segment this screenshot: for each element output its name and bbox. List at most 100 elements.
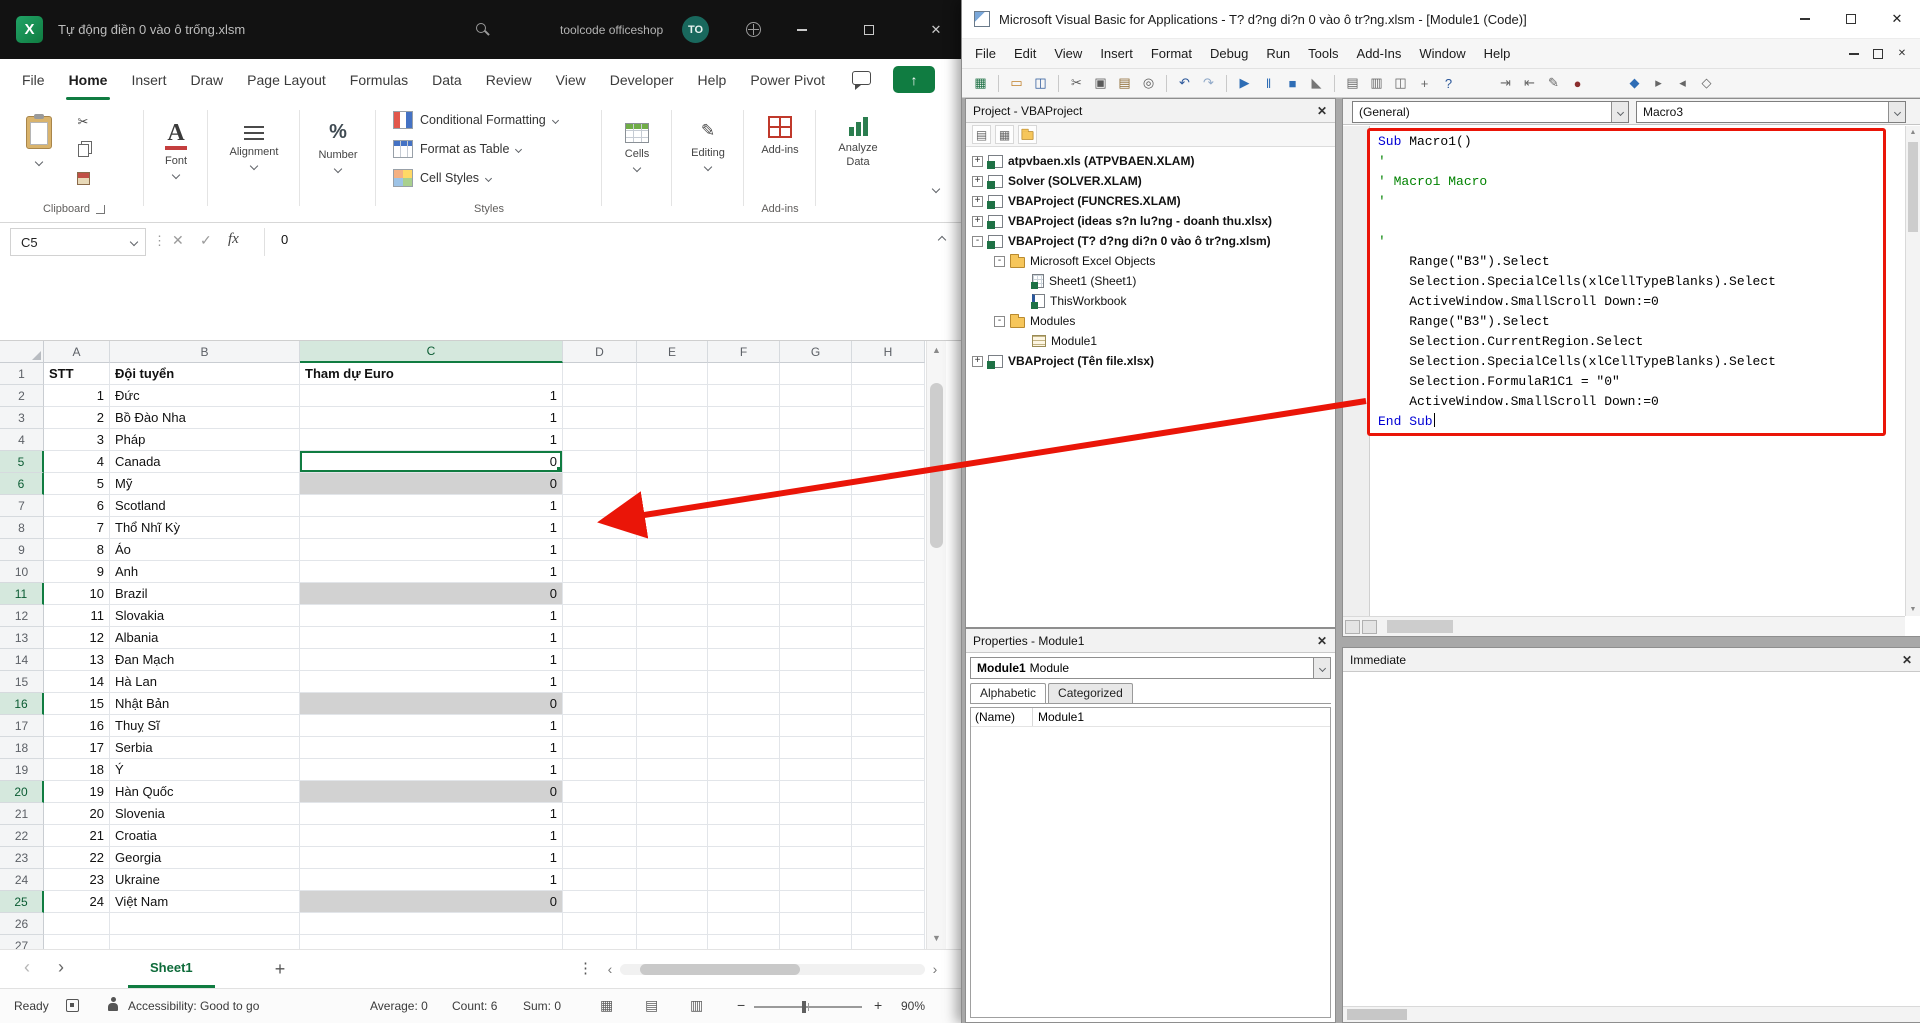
cell-g1[interactable]: [780, 363, 852, 385]
cell-g22[interactable]: [780, 825, 852, 847]
accessibility-status[interactable]: Accessibility: Good to go: [128, 999, 259, 1013]
insert-userform-icon[interactable]: ▭: [1006, 73, 1027, 94]
row-header-12[interactable]: 12: [0, 605, 44, 627]
cell-b22[interactable]: Croatia: [110, 825, 300, 847]
row-header-8[interactable]: 8: [0, 517, 44, 539]
cell-c9[interactable]: 1: [300, 539, 563, 561]
cell-f26[interactable]: [708, 913, 780, 935]
cell-f21[interactable]: [708, 803, 780, 825]
cut-icon[interactable]: ✂: [70, 112, 96, 132]
cell-b26[interactable]: [110, 913, 300, 935]
cell-b19[interactable]: Ý: [110, 759, 300, 781]
column-header-c[interactable]: C: [300, 341, 563, 363]
cell-h14[interactable]: [852, 649, 925, 671]
menu-view[interactable]: View: [1045, 39, 1091, 68]
chevron-down-icon[interactable]: [1611, 102, 1628, 122]
row-header-26[interactable]: 26: [0, 913, 44, 935]
cell-a6[interactable]: 5: [44, 473, 110, 495]
cell-f1[interactable]: [708, 363, 780, 385]
ribbon-tab-view[interactable]: View: [544, 59, 598, 100]
cell-d24[interactable]: [563, 869, 637, 891]
column-header-a[interactable]: A: [44, 341, 110, 363]
cell-g20[interactable]: [780, 781, 852, 803]
row-header-15[interactable]: 15: [0, 671, 44, 693]
cell-h22[interactable]: [852, 825, 925, 847]
more-options-icon[interactable]: ⋮: [578, 959, 593, 977]
page-layout-view-icon[interactable]: ▤: [645, 997, 658, 1014]
column-header-h[interactable]: H: [852, 341, 925, 363]
cell-b24[interactable]: Ukraine: [110, 869, 300, 891]
cell-c15[interactable]: 1: [300, 671, 563, 693]
scrollbar-thumb[interactable]: [930, 383, 943, 548]
cell-b8[interactable]: Thổ Nhĩ Kỳ: [110, 517, 300, 539]
cell-b7[interactable]: Scotland: [110, 495, 300, 517]
cell-c25[interactable]: 0: [300, 891, 563, 913]
cell-d7[interactable]: [563, 495, 637, 517]
network-icon[interactable]: [746, 22, 761, 37]
cell-e6[interactable]: [637, 473, 708, 495]
cell-f10[interactable]: [708, 561, 780, 583]
menu-edit[interactable]: Edit: [1005, 39, 1045, 68]
row-header-9[interactable]: 9: [0, 539, 44, 561]
cell-d27[interactable]: [563, 935, 637, 949]
cell-a27[interactable]: [44, 935, 110, 949]
project-tree-item[interactable]: - Microsoft Excel Objects: [966, 251, 1335, 271]
cell-d10[interactable]: [563, 561, 637, 583]
cell-d25[interactable]: [563, 891, 637, 913]
cell-e12[interactable]: [637, 605, 708, 627]
cell-e17[interactable]: [637, 715, 708, 737]
cell-d6[interactable]: [563, 473, 637, 495]
cell-f13[interactable]: [708, 627, 780, 649]
tree-toggle-icon[interactable]: -: [972, 235, 983, 247]
vba-maximize-button[interactable]: [1828, 0, 1874, 39]
cell-b14[interactable]: Đan Mạch: [110, 649, 300, 671]
ribbon-tab-data[interactable]: Data: [420, 59, 474, 100]
cell-g6[interactable]: [780, 473, 852, 495]
cell-f11[interactable]: [708, 583, 780, 605]
cell-d1[interactable]: [563, 363, 637, 385]
cell-d26[interactable]: [563, 913, 637, 935]
cell-h3[interactable]: [852, 407, 925, 429]
vertical-scrollbar[interactable]: ▲ ▼: [926, 341, 946, 949]
cell-a26[interactable]: [44, 913, 110, 935]
project-tree-item[interactable]: + atpvbaen.xls (ATPVBAEN.XLAM): [966, 151, 1335, 171]
cell-e13[interactable]: [637, 627, 708, 649]
cell-c13[interactable]: 1: [300, 627, 563, 649]
cell-styles-button[interactable]: Cell Styles: [381, 165, 597, 191]
chevron-down-icon[interactable]: [1313, 658, 1330, 678]
cell-e5[interactable]: [637, 451, 708, 473]
cell-h12[interactable]: [852, 605, 925, 627]
ribbon-tab-help[interactable]: Help: [686, 59, 739, 100]
code-vertical-scrollbar[interactable]: ▲ ▼: [1905, 126, 1920, 616]
normal-view-icon[interactable]: ▦: [600, 997, 613, 1014]
cell-a19[interactable]: 18: [44, 759, 110, 781]
cell-h6[interactable]: [852, 473, 925, 495]
close-button[interactable]: ✕: [913, 0, 959, 59]
row-header-14[interactable]: 14: [0, 649, 44, 671]
ribbon-tab-review[interactable]: Review: [474, 59, 544, 100]
row-header-6[interactable]: 6: [0, 473, 44, 495]
cell-b20[interactable]: Hàn Quốc: [110, 781, 300, 803]
cell-c7[interactable]: 1: [300, 495, 563, 517]
menu-help[interactable]: Help: [1475, 39, 1520, 68]
cell-c16[interactable]: 0: [300, 693, 563, 715]
format-painter-icon[interactable]: [70, 168, 96, 188]
sheet-nav-right-icon[interactable]: ›: [58, 957, 64, 978]
cell-e24[interactable]: [637, 869, 708, 891]
cell-c23[interactable]: 1: [300, 847, 563, 869]
cell-d17[interactable]: [563, 715, 637, 737]
cell-b3[interactable]: Bồ Đào Nha: [110, 407, 300, 429]
close-icon[interactable]: ✕: [1313, 632, 1331, 650]
row-header-27[interactable]: 27: [0, 935, 44, 949]
cell-a13[interactable]: 12: [44, 627, 110, 649]
column-header-d[interactable]: D: [563, 341, 637, 363]
cell-f27[interactable]: [708, 935, 780, 949]
cell-g25[interactable]: [780, 891, 852, 913]
ribbon-tab-file[interactable]: File: [10, 59, 57, 100]
column-header-e[interactable]: E: [637, 341, 708, 363]
cell-c26[interactable]: [300, 913, 563, 935]
project-tree-item[interactable]: +Sheet1 (Sheet1): [966, 271, 1335, 291]
project-tree-item[interactable]: + VBAProject (Tên file.xlsx): [966, 351, 1335, 371]
cell-e23[interactable]: [637, 847, 708, 869]
row-header-18[interactable]: 18: [0, 737, 44, 759]
